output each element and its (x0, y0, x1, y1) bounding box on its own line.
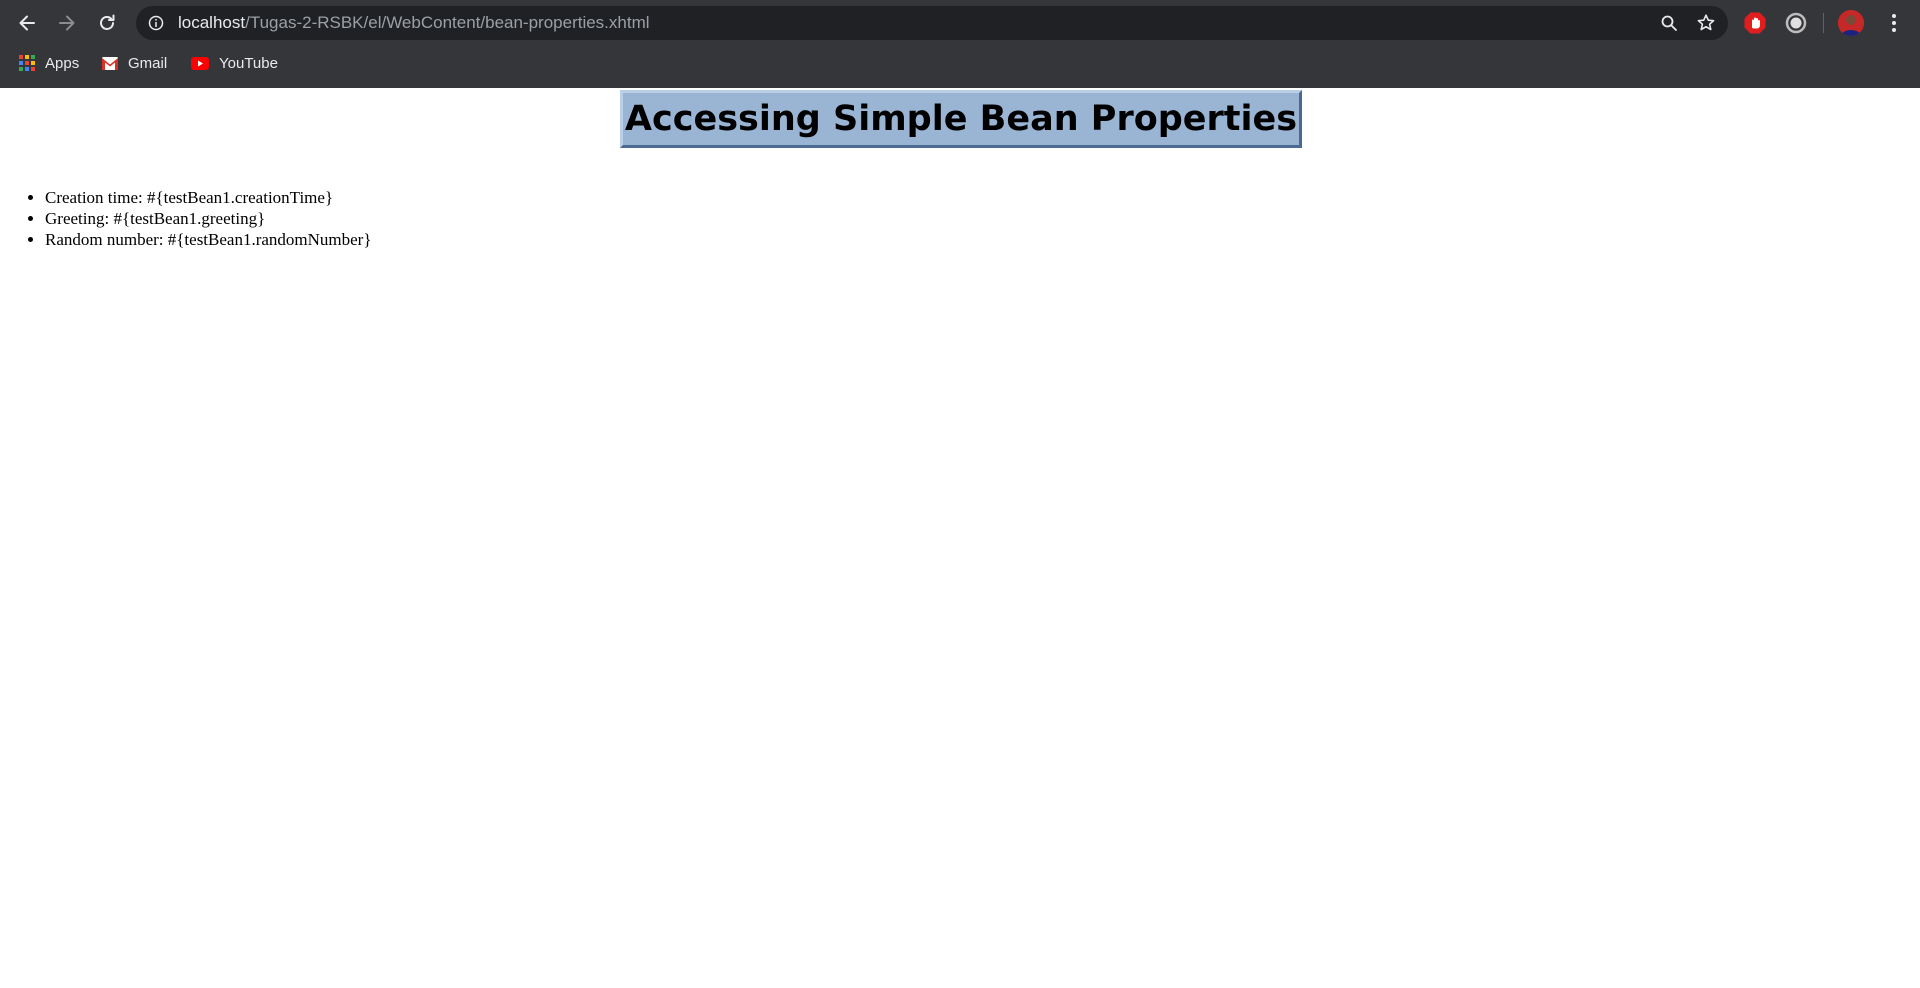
list-item: Greeting: #{testBean1.greeting} (45, 208, 372, 229)
zoom-icon[interactable] (1660, 14, 1678, 32)
bookmark-label: Apps (45, 54, 80, 72)
bookmark-apps[interactable]: Apps (19, 46, 79, 80)
page-title: Accessing Simple Bean Properties (624, 99, 1298, 139)
circle-extension-icon[interactable] (1784, 11, 1808, 35)
gmail-icon (102, 56, 118, 70)
url-host: localhost (178, 13, 246, 32)
avatar[interactable] (1838, 10, 1864, 36)
bookmarks-bar: Apps Gmail YouTube (0, 46, 1920, 80)
stop-extension-icon[interactable] (1743, 11, 1767, 35)
forward-arrow-icon (59, 15, 75, 31)
apps-grid-icon (19, 55, 35, 71)
star-icon[interactable] (1696, 13, 1716, 33)
list-item: Creation time: #{testBean1.creationTime} (45, 187, 372, 208)
menu-icon[interactable] (1882, 11, 1906, 35)
url-path: /Tugas-2-RSBK/el/WebContent/bean-propert… (245, 13, 650, 32)
property-list: Creation time: #{testBean1.creationTime}… (0, 187, 372, 250)
bookmark-gmail[interactable]: Gmail (102, 46, 167, 80)
browser-chrome: localhost/Tugas-2-RSBK/el/WebContent/bea… (0, 0, 1920, 88)
reload-button[interactable] (91, 7, 123, 39)
browser-toolbar: localhost/Tugas-2-RSBK/el/WebContent/bea… (0, 0, 1920, 46)
youtube-icon (191, 56, 209, 70)
toolbar-divider (1823, 13, 1824, 33)
back-arrow-icon (19, 15, 35, 31)
back-button[interactable] (11, 7, 43, 39)
address-bar[interactable]: localhost/Tugas-2-RSBK/el/WebContent/bea… (136, 6, 1728, 40)
url-text[interactable]: localhost/Tugas-2-RSBK/el/WebContent/bea… (178, 6, 650, 40)
page-content: Accessing Simple Bean Properties Creatio… (0, 88, 1920, 988)
bookmark-label: Gmail (128, 54, 168, 72)
bookmark-youtube[interactable]: YouTube (191, 46, 278, 80)
page-title-box: Accessing Simple Bean Properties (620, 90, 1302, 148)
bookmark-label: YouTube (219, 54, 278, 72)
profile-picture-icon (1838, 10, 1864, 36)
list-item: Random number: #{testBean1.randomNumber} (45, 229, 372, 250)
info-icon[interactable] (148, 15, 164, 31)
reload-icon (100, 14, 115, 30)
forward-button[interactable] (51, 7, 83, 39)
